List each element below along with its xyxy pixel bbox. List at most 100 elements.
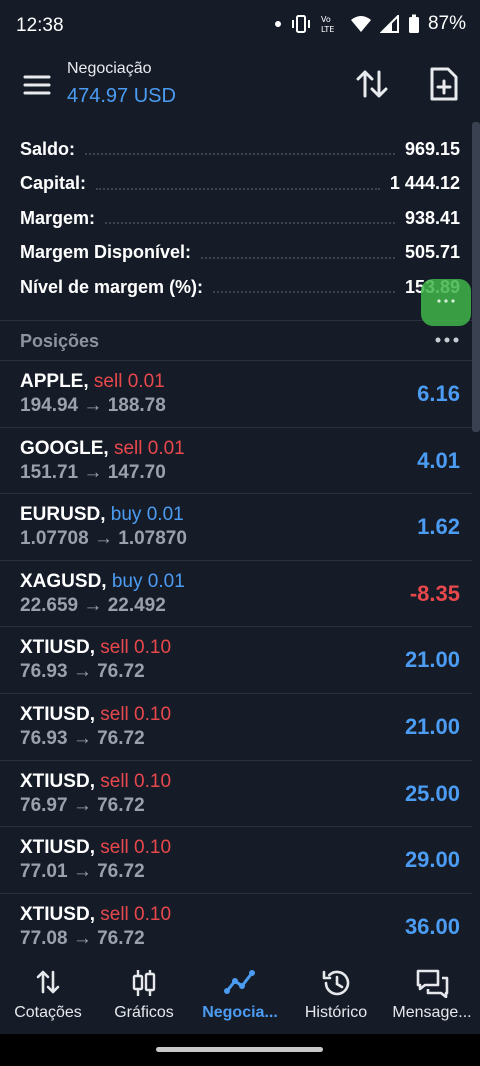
position-title-line: APPLE, sell 0.01	[20, 371, 165, 393]
nav-item-trade[interactable]: Negocia...	[192, 958, 288, 1034]
summary-row-balance: Saldo: 969.15	[0, 132, 480, 167]
separator: ,	[89, 637, 101, 659]
sort-button[interactable]	[354, 66, 390, 102]
svg-text:LTE: LTE	[321, 25, 334, 34]
position-title-line: XAGUSD, buy 0.01	[20, 571, 185, 593]
position-row[interactable]: XTIUSD, sell 0.10 77.01 → 76.72 29.00	[0, 827, 472, 894]
position-profit: 1.62	[417, 514, 460, 540]
position-price-line: 76.93 → 76.72	[20, 728, 145, 750]
open-price: 194.94	[20, 395, 79, 416]
arrow-right-icon: →	[67, 727, 98, 749]
position-price-line: 76.97 → 76.72	[20, 795, 145, 817]
trade-chart-icon	[224, 970, 255, 994]
position-row[interactable]: EURUSD, buy 0.01 1.07708 → 1.07870 1.62	[0, 494, 472, 561]
summary-label: Capital:	[20, 173, 87, 194]
arrow-right-icon: →	[78, 395, 108, 416]
position-symbol: XTIUSD	[20, 637, 90, 659]
nav-item-quotes[interactable]: Cotações	[0, 958, 96, 1034]
summary-row-margin-level: Nível de margem (%): 153.89	[0, 270, 480, 305]
position-row[interactable]: XTIUSD, sell 0.10 76.93 → 76.72 21.00	[0, 627, 472, 694]
summary-label: Margem:	[20, 207, 96, 228]
current-price: 188.78	[107, 395, 166, 416]
summary-value: 938.41	[404, 207, 460, 228]
status-time: 12:38	[16, 15, 64, 36]
current-price: 76.72	[97, 861, 145, 883]
position-volume: 0.01	[146, 504, 184, 526]
arrow-right-icon: →	[67, 927, 98, 949]
positions-title: Posições	[20, 331, 100, 351]
nav-label: Histórico	[304, 1004, 368, 1021]
position-profit: 21.00	[404, 713, 460, 739]
position-profit: 29.00	[404, 847, 460, 873]
nav-item-charts[interactable]: Gráficos	[96, 958, 192, 1034]
separator: ,	[89, 903, 101, 925]
summary-row-free-margin: Margem Disponível: 505.71	[0, 236, 480, 271]
position-price-line: 22.659 → 22.492	[20, 595, 166, 617]
arrow-right-icon: →	[67, 861, 98, 883]
more-dots-icon	[437, 299, 455, 303]
position-row[interactable]: XAGUSD, buy 0.01 22.659 → 22.492 -8.35	[0, 561, 472, 628]
position-price-line: 151.71 → 147.70	[20, 462, 166, 484]
arrow-right-icon: →	[67, 794, 98, 816]
current-price: 76.72	[97, 661, 145, 683]
position-symbol: XTIUSD	[20, 770, 90, 792]
position-row[interactable]: XTIUSD, sell 0.10 76.93 → 76.72 21.00	[0, 694, 472, 761]
position-side: sell	[100, 837, 129, 859]
status-bar: 12:38 Vo LTE 87%	[0, 0, 480, 52]
position-symbol: XAGUSD	[20, 570, 102, 592]
position-side: sell	[113, 437, 143, 459]
dotted-leader	[213, 291, 395, 294]
open-price: 22.659	[20, 594, 79, 616]
dotted-leader	[105, 222, 395, 225]
separator: ,	[89, 837, 101, 859]
scrollbar[interactable]	[472, 122, 480, 432]
open-price: 151.71	[20, 461, 79, 483]
divider	[0, 320, 472, 321]
position-row[interactable]: GOOGLE, sell 0.01 151.71 → 147.70 4.01	[0, 428, 472, 495]
signal-icon	[379, 15, 399, 33]
dotted-leader	[85, 153, 395, 156]
position-volume: 0.01	[127, 371, 165, 392]
position-title-line: EURUSD, buy 0.01	[20, 504, 184, 526]
position-side: buy	[111, 570, 143, 592]
position-profit: 4.01	[417, 447, 460, 473]
arrow-right-icon: →	[67, 661, 98, 683]
summary-label: Nível de margem (%):	[20, 276, 204, 297]
menu-button[interactable]	[22, 70, 52, 100]
battery-icon	[408, 14, 419, 33]
current-price: 76.72	[97, 727, 145, 749]
open-price: 77.08	[20, 927, 68, 949]
position-title-line: XTIUSD, sell 0.10	[20, 771, 171, 793]
open-price: 77.01	[20, 861, 68, 883]
current-price: 1.07870	[118, 528, 187, 550]
summary-row-margin: Margem: 938.41	[0, 201, 480, 236]
positions-more-button[interactable]	[434, 330, 460, 350]
position-row[interactable]: XTIUSD, sell 0.10 77.08 → 76.72 36.00	[0, 894, 472, 961]
new-order-button[interactable]	[428, 66, 460, 102]
summary-label: Saldo:	[20, 138, 76, 159]
system-gesture-bar	[0, 1034, 480, 1066]
nav-item-messages[interactable]: Mensage...	[384, 958, 480, 1034]
nav-label: Gráficos	[114, 1004, 174, 1021]
position-side: sell	[100, 903, 129, 925]
position-row[interactable]: APPLE, sell 0.01 194.94 → 188.78 6.16	[0, 361, 472, 428]
home-indicator[interactable]	[156, 1047, 323, 1052]
current-price: 76.72	[97, 794, 145, 816]
summary-label: Margem Disponível:	[20, 242, 192, 263]
notification-dot-icon	[274, 21, 281, 27]
current-price: 22.492	[107, 594, 166, 616]
position-symbol: XTIUSD	[20, 703, 90, 725]
nav-item-history[interactable]: Histórico	[288, 958, 384, 1034]
summary-value: 969.15	[404, 138, 460, 159]
separator: ,	[89, 770, 101, 792]
open-price: 76.97	[20, 794, 68, 816]
separator: ,	[100, 504, 111, 526]
messages-icon	[416, 969, 449, 998]
position-volume: 0.10	[134, 837, 172, 859]
position-row[interactable]: XTIUSD, sell 0.10 76.97 → 76.72 25.00	[0, 761, 472, 828]
position-symbol: APPLE	[20, 371, 84, 392]
open-price: 76.93	[20, 727, 68, 749]
floating-assist-bubble[interactable]	[421, 279, 471, 326]
position-title-line: XTIUSD, sell 0.10	[20, 837, 171, 859]
position-side: sell	[100, 703, 129, 725]
